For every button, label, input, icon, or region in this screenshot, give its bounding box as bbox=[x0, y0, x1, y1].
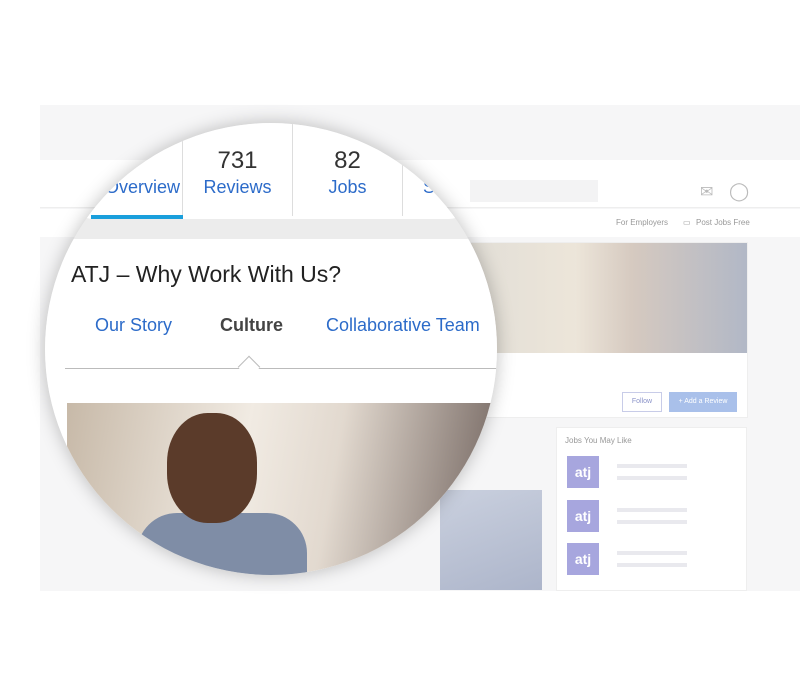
job-item[interactable]: atj bbox=[565, 500, 745, 536]
company-header-card: Follow + Add a Review bbox=[460, 242, 748, 418]
for-employers-link[interactable]: For Employers bbox=[616, 218, 668, 227]
company-logo: atj bbox=[567, 456, 599, 488]
tab-salaries[interactable]: S bbox=[403, 123, 497, 216]
job-item[interactable]: atj bbox=[565, 543, 745, 579]
add-review-button[interactable]: + Add a Review bbox=[669, 392, 737, 412]
subtab-culture[interactable]: Culture bbox=[220, 315, 283, 336]
inbox-icon[interactable]: ✉ bbox=[700, 182, 713, 202]
post-jobs-link[interactable]: Post Jobs Free bbox=[696, 218, 750, 227]
magnifier-lens: Overview 731 Reviews 82 Jobs S ATJ – Why W… bbox=[45, 123, 497, 575]
section-title: ATJ – Why Work With Us? bbox=[71, 261, 342, 287]
company-logo: atj bbox=[567, 543, 599, 575]
subtab-collaborative-team[interactable]: Collaborative Team bbox=[326, 315, 480, 336]
active-subtab-caret bbox=[237, 355, 261, 379]
tab-reviews[interactable]: 731 Reviews bbox=[183, 123, 293, 216]
briefcase-icon: ▭ bbox=[683, 218, 691, 227]
tab-overview[interactable]: Overview bbox=[45, 123, 183, 216]
add-review-label: Add a Review bbox=[684, 398, 728, 405]
subtab-our-story[interactable]: Our Story bbox=[95, 315, 172, 336]
jobs-you-may-like-panel: Jobs You May Like atj atj atj bbox=[556, 427, 747, 591]
culture-photo bbox=[67, 403, 497, 575]
why-work-with-us-section: ATJ – Why Work With Us? Our Story Cultur… bbox=[45, 239, 497, 575]
cover-photo bbox=[461, 243, 747, 353]
follow-button[interactable]: Follow bbox=[622, 392, 662, 412]
jobs-panel-title: Jobs You May Like bbox=[565, 436, 632, 445]
user-icon[interactable]: ◯ bbox=[729, 181, 749, 202]
company-tabs: Overview 731 Reviews 82 Jobs S bbox=[45, 123, 497, 219]
tab-jobs[interactable]: 82 Jobs bbox=[293, 123, 403, 216]
job-item[interactable]: atj bbox=[565, 456, 745, 492]
company-logo: atj bbox=[567, 500, 599, 532]
